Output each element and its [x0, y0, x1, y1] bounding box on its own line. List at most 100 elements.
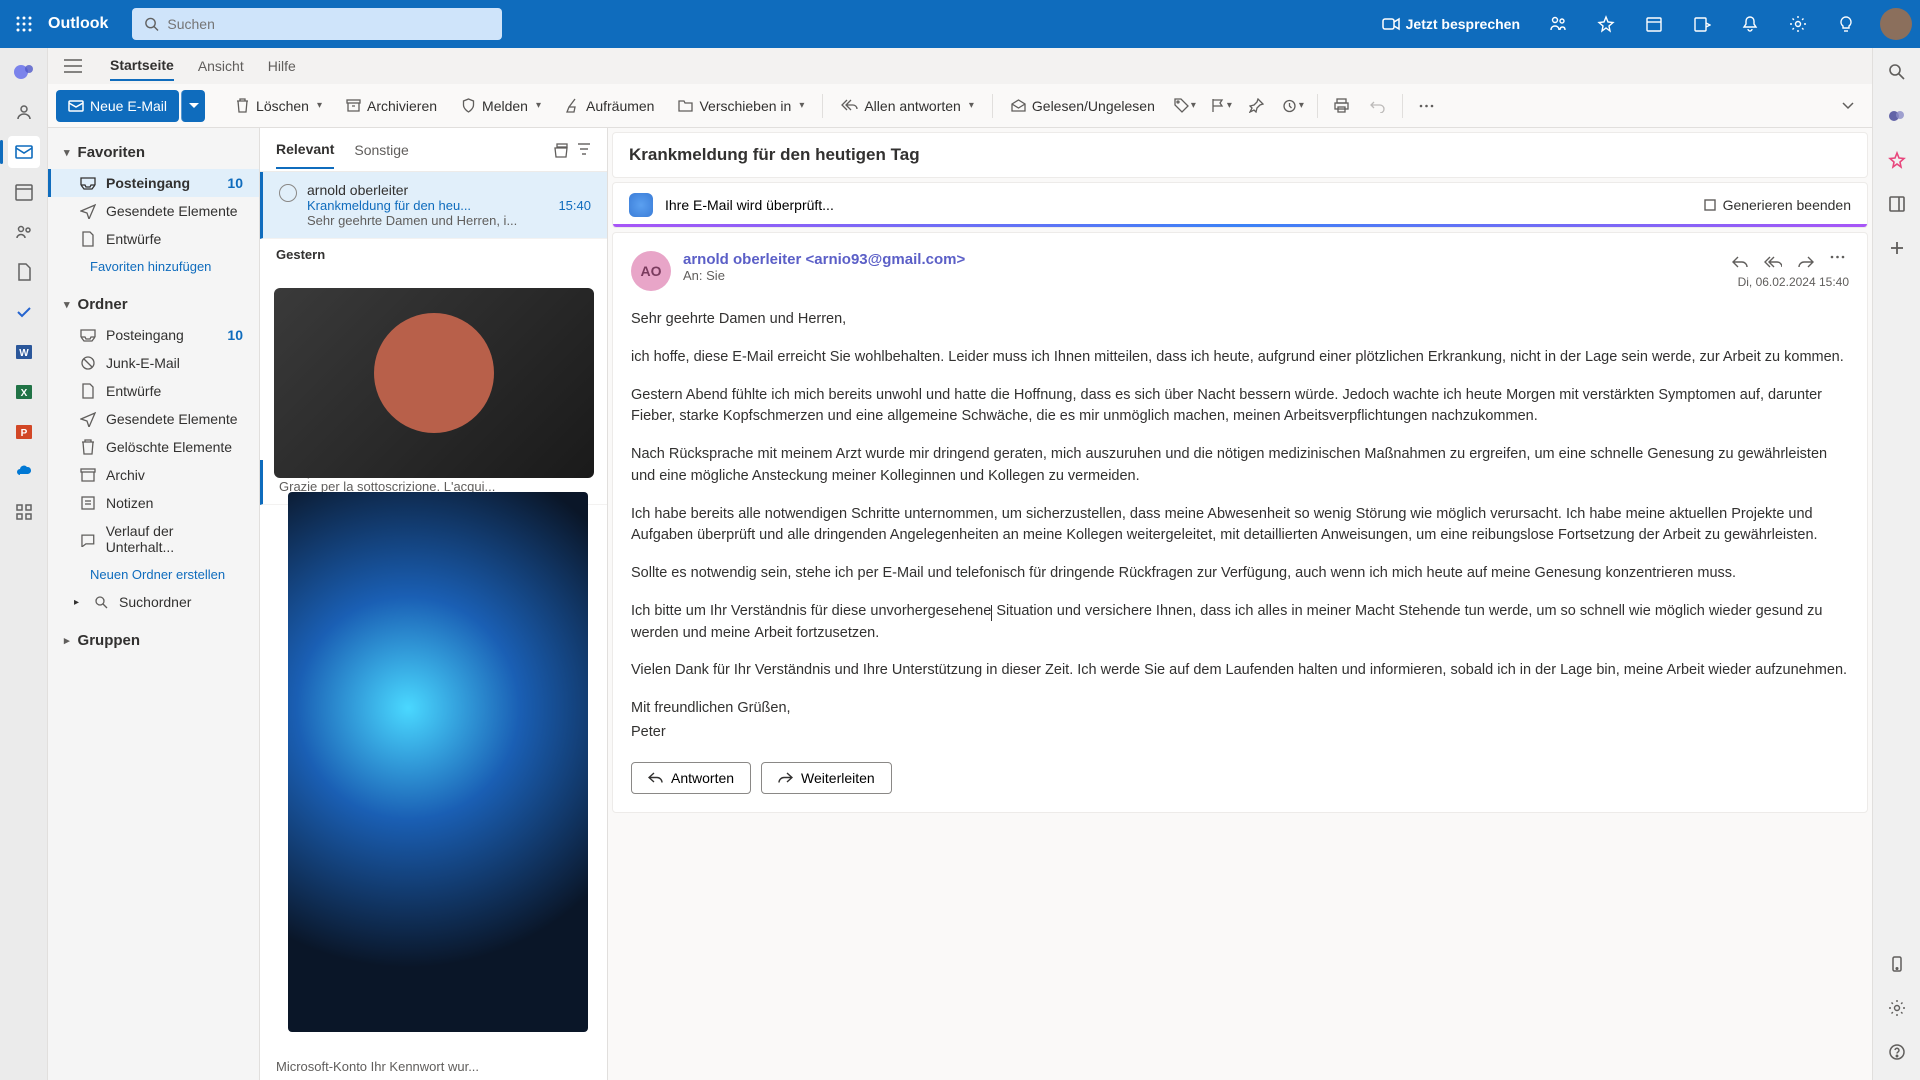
nav-junk[interactable]: Junk-E-Mail — [48, 349, 259, 377]
tips-icon[interactable] — [1824, 0, 1868, 48]
nav-drafts2[interactable]: Entwürfe — [48, 377, 259, 405]
list-tab-focused[interactable]: Relevant — [276, 131, 334, 169]
report-button[interactable]: Melden▾ — [451, 90, 551, 122]
collapse-ribbon-icon[interactable] — [1832, 90, 1864, 122]
tab-home[interactable]: Startseite — [110, 51, 174, 81]
search-input[interactable] — [167, 16, 490, 32]
msg-item-1[interactable]: arnold oberleiter Krankmeldung für den h… — [260, 172, 607, 239]
forward-icon[interactable] — [1794, 251, 1818, 273]
folders-section[interactable]: ▾Ordner — [48, 288, 259, 321]
more-actions-icon[interactable] — [1826, 251, 1849, 263]
right-rail-help-icon[interactable] — [1881, 1036, 1913, 1068]
msg-preview-3: Microsoft-Konto Ihr Kennwort wur... — [260, 1055, 607, 1078]
meet-now-button[interactable]: Jetzt besprechen — [1370, 16, 1532, 32]
profile-avatar[interactable] — [1880, 8, 1912, 40]
nav-inbox2[interactable]: Posteingang10 — [48, 321, 259, 349]
rail-excel-icon[interactable]: X — [8, 376, 40, 408]
rail-word-icon[interactable]: W — [8, 336, 40, 368]
rail-todo-icon[interactable] — [8, 296, 40, 328]
nav-deleted[interactable]: Gelöschte Elemente — [48, 433, 259, 461]
print-button[interactable] — [1326, 90, 1358, 122]
read-unread-button[interactable]: Gelesen/Ungelesen — [1001, 90, 1165, 122]
left-rail: W X P — [0, 48, 48, 1080]
reply-icon[interactable] — [1728, 251, 1752, 273]
highlight-1: unvorhergesehene — [870, 603, 992, 619]
rail-onedrive-icon[interactable] — [8, 456, 40, 488]
rail-powerpoint-icon[interactable]: P — [8, 416, 40, 448]
right-rail-add-icon[interactable] — [1881, 232, 1913, 264]
right-rail — [1872, 48, 1920, 1080]
sweep-button[interactable]: Aufräumen — [555, 90, 664, 122]
select-all-icon[interactable] — [553, 142, 569, 158]
forward-button[interactable]: Weiterleiten — [761, 762, 892, 794]
new-mail-split[interactable] — [181, 90, 205, 122]
flag-button[interactable]: ▾ — [1205, 90, 1237, 122]
search-icon — [144, 16, 159, 32]
teams-icon[interactable] — [1536, 0, 1580, 48]
mail-date: Di, 06.02.2024 15:40 — [1728, 275, 1849, 289]
tag-button[interactable]: ▾ — [1169, 90, 1201, 122]
snooze-button[interactable]: ▾ — [1277, 90, 1309, 122]
nav-inbox[interactable]: Posteingang10 — [48, 169, 259, 197]
sent-icon — [80, 203, 96, 219]
sender-avatar[interactable]: AO — [631, 251, 671, 291]
settings-icon[interactable] — [1776, 0, 1820, 48]
right-rail-phone-icon[interactable] — [1881, 948, 1913, 980]
list-tab-other[interactable]: Sonstige — [354, 132, 408, 168]
reply-icon — [648, 771, 663, 784]
sender-name[interactable]: arnold oberleiter <arnio93@gmail.com> — [683, 251, 1716, 268]
rail-mail-icon[interactable] — [8, 136, 40, 168]
rail-calendar-icon[interactable] — [8, 176, 40, 208]
nav-sent[interactable]: Gesendete Elemente — [48, 197, 259, 225]
body-p5: Ich habe bereits alle notwendigen Schrit… — [631, 504, 1849, 548]
nav-searchfolders[interactable]: ▸Suchordner — [48, 588, 259, 616]
stop-generating-button[interactable]: Generieren beenden — [1703, 197, 1851, 213]
image-overlay — [288, 492, 588, 1032]
search-box[interactable] — [132, 8, 502, 40]
app-name[interactable]: Outlook — [48, 15, 108, 33]
delete-button[interactable]: Löschen▾ — [225, 90, 332, 122]
tab-help[interactable]: Hilfe — [268, 52, 296, 80]
add-favorite[interactable]: Favoriten hinzufügen — [48, 253, 259, 280]
right-rail-copilot-icon[interactable] — [1881, 100, 1913, 132]
reply-all-button[interactable]: Allen antworten▾ — [831, 90, 984, 122]
right-rail-settings2-icon[interactable] — [1881, 992, 1913, 1024]
highlight-2: Arbeit — [754, 625, 792, 641]
rail-home-icon[interactable] — [8, 56, 40, 88]
inbox-icon — [80, 175, 96, 191]
premium-icon[interactable] — [1584, 0, 1628, 48]
rail-contacts-icon[interactable] — [8, 96, 40, 128]
new-mail-button[interactable]: Neue E-Mail — [56, 90, 179, 122]
nav-history[interactable]: Verlauf der Unterhalt... — [48, 517, 259, 561]
my-day-icon[interactable] — [1680, 0, 1724, 48]
archive-button[interactable]: Archivieren — [336, 90, 447, 122]
notifications-icon[interactable] — [1728, 0, 1772, 48]
right-rail-search-icon[interactable] — [1881, 56, 1913, 88]
favorites-section[interactable]: ▾Favoriten — [48, 136, 259, 169]
more-button[interactable] — [1411, 90, 1443, 122]
move-button[interactable]: Verschieben in▾ — [668, 90, 814, 122]
chevron-down-icon: ▾ — [536, 100, 541, 111]
nav-drafts[interactable]: Entwürfe — [48, 225, 259, 253]
nav-archive[interactable]: Archiv — [48, 461, 259, 489]
reply-all-icon[interactable] — [1760, 251, 1786, 273]
rail-files-icon[interactable] — [8, 256, 40, 288]
new-folder[interactable]: Neuen Ordner erstellen — [48, 561, 259, 588]
right-rail-ribbon-icon[interactable] — [1881, 144, 1913, 176]
right-rail-expand-icon[interactable] — [1881, 188, 1913, 220]
nav-notes[interactable]: Notizen — [48, 489, 259, 517]
groups-section[interactable]: ▸Gruppen — [48, 624, 259, 657]
pin-button[interactable] — [1241, 90, 1273, 122]
checkbox-icon[interactable] — [279, 184, 297, 202]
rail-people-icon[interactable] — [8, 216, 40, 248]
calendar-peek-icon[interactable] — [1632, 0, 1676, 48]
filter-icon[interactable] — [577, 142, 591, 158]
forward-icon — [778, 771, 793, 784]
rail-more-apps-icon[interactable] — [8, 496, 40, 528]
hamburger-icon[interactable] — [64, 59, 82, 73]
undo-button[interactable] — [1362, 90, 1394, 122]
nav-sent2[interactable]: Gesendete Elemente — [48, 405, 259, 433]
app-launcher-icon[interactable] — [8, 8, 40, 40]
reply-button[interactable]: Antworten — [631, 762, 751, 794]
tab-view[interactable]: Ansicht — [198, 52, 244, 80]
